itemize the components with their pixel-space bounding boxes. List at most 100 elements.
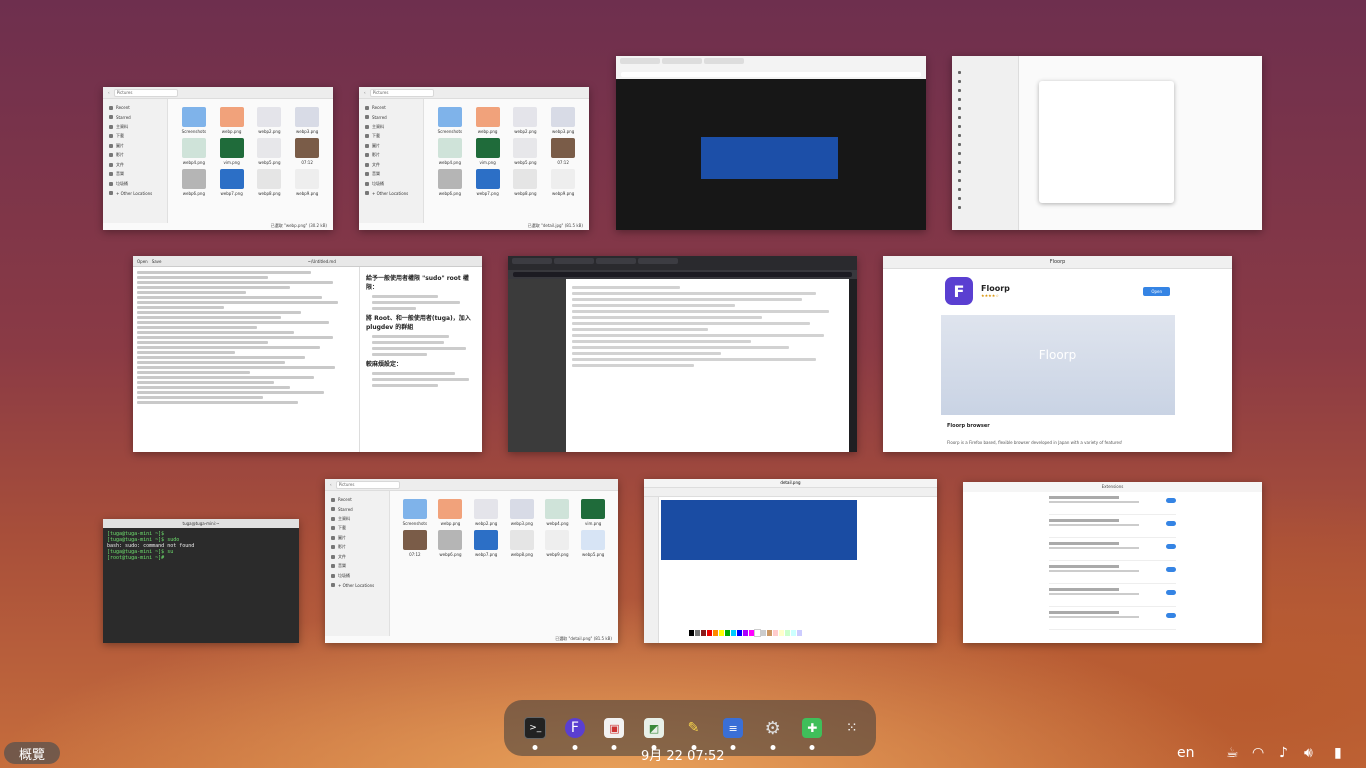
floorp-icon: F [945, 277, 973, 305]
extension-row [1049, 542, 1176, 561]
file-item: 07:12 [547, 138, 579, 165]
terminal-image [701, 137, 838, 179]
toggle-switch[interactable] [1166, 521, 1176, 526]
sidebar-item: Recent [359, 103, 423, 113]
rating-stars: ★★★★☆ [981, 293, 999, 298]
preview-pane: 給予一般使用者權限 "sudo" root 權限： 將 Root、和一般使用者(… [360, 267, 482, 452]
back-icon: ‹ [108, 90, 110, 95]
file-item: webp5.png [254, 138, 286, 165]
puzzle-icon: ✚ [802, 718, 823, 738]
overview-button[interactable]: 概覽 [4, 742, 60, 764]
notification-icon[interactable]: ♪ [1279, 745, 1288, 761]
file-item: webp6.png [434, 169, 466, 196]
canvas-image [661, 500, 857, 560]
file-item: webp8.png [510, 169, 542, 196]
window-text-editor[interactable]: Open Save ~/Untitled.md 給予一般使用者權限 "sudo"… [133, 256, 482, 452]
sidebar-item: 下載 [103, 132, 167, 142]
window-settings[interactable] [952, 56, 1262, 230]
window-title: Extensions [963, 482, 1262, 492]
file-item: webp7.png [471, 530, 501, 557]
sidebar-item: + Other Locations [103, 189, 167, 199]
file-item: webp4.png [543, 499, 573, 526]
dock-app-extensions[interactable]: ✚ [797, 710, 828, 750]
app-grid-icon: ⁙ [845, 720, 858, 736]
toggle-switch[interactable] [1166, 544, 1176, 549]
file-item: webp8.png [254, 169, 286, 196]
show-apps-button[interactable]: ⁙ [837, 710, 868, 746]
volume-icon[interactable]: 🔊︎ [1304, 745, 1313, 761]
file-item: vim.png [216, 138, 248, 165]
dock-app-terminal[interactable]: >_ [520, 710, 551, 750]
sidebar-item: + Other Locations [359, 189, 423, 199]
wifi-icon[interactable]: ◠ [1252, 745, 1264, 761]
file-grid: Screenshots webp.png webp2.png webp3.png… [168, 99, 333, 223]
file-item: webp4.png [178, 138, 210, 165]
toggle-switch[interactable] [1166, 590, 1176, 595]
settings-dialog [1039, 81, 1174, 203]
window-file-manager-1[interactable]: ‹ Pictures Recent Starred 主資料 下載 圖片 影片 文… [103, 87, 333, 230]
file-item: webp.png [216, 107, 248, 134]
open-button[interactable]: Open [137, 259, 148, 264]
file-item: webp2.png [471, 499, 501, 526]
file-item: webp7.png [216, 169, 248, 196]
coffee-icon[interactable]: ☕ [1226, 745, 1239, 761]
window-file-manager-3[interactable]: ‹ Pictures Recent Starred 主資料 下載 圖片 影片 文… [325, 479, 618, 643]
file-item: vim.png [578, 499, 608, 526]
color-palette[interactable] [689, 629, 802, 637]
sidebar-item: Starred [103, 113, 167, 123]
window-title: tuga@tuga-mini:~ [103, 519, 299, 528]
open-button[interactable]: Open [1143, 286, 1170, 296]
dock-app-paint[interactable]: ✎ [678, 710, 709, 750]
sidebar-item: Starred [325, 505, 389, 515]
toggle-switch[interactable] [1166, 613, 1176, 618]
file-item: webp6.png [436, 530, 466, 557]
dock-app-store[interactable]: ▣ [599, 710, 630, 750]
language-indicator[interactable]: en [1177, 745, 1195, 761]
battery-icon[interactable]: ▮ [1334, 745, 1342, 761]
sidebar-item: Recent [325, 495, 389, 505]
extension-row [1049, 496, 1176, 515]
file-grid: Screenshots webp.png webp2.png webp3.png… [424, 99, 589, 223]
file-item: webp9.png [547, 169, 579, 196]
extension-row [1049, 588, 1176, 607]
dock-app-floorp[interactable]: F [560, 710, 591, 750]
app-name: Floorp [981, 284, 1010, 293]
dock-app-image-viewer[interactable]: ◩ [639, 710, 670, 750]
sidebar-item: 影片 [325, 543, 389, 553]
browser-sidebar-rail [849, 279, 857, 452]
heading: 給予一般使用者權限 "sudo" root 權限： [366, 275, 469, 291]
save-button[interactable]: Save [152, 259, 162, 264]
sidebar-item: 下載 [359, 132, 423, 142]
back-icon: ‹ [330, 482, 332, 487]
sidebar-item: 文件 [359, 160, 423, 170]
file-item: webp3.png [507, 499, 537, 526]
sidebar-item: 圖片 [325, 533, 389, 543]
sidebar-item: 文件 [103, 160, 167, 170]
paint-canvas[interactable] [659, 497, 937, 643]
window-title: detail.png [644, 479, 937, 488]
window-dark-browser[interactable] [616, 56, 926, 230]
window-browser-wiki[interactable] [508, 256, 857, 452]
paint-toolbar [644, 488, 937, 497]
dock-app-settings[interactable]: ⚙ [757, 710, 788, 750]
sidebar-item: 影片 [359, 151, 423, 161]
sidebar-item: 圖片 [103, 141, 167, 151]
window-title: Floorp [883, 256, 1232, 269]
window-extensions[interactable]: Extensions [963, 482, 1262, 643]
status-bar: 已選取 "webp.png" (30.2 kB) [270, 223, 327, 228]
screenshot-title: Floorp [1038, 348, 1077, 362]
window-software-store-floorp[interactable]: Floorp F Floorp ★★★★☆ Open Floorp Floorp… [883, 256, 1232, 452]
toggle-switch[interactable] [1166, 498, 1176, 503]
window-file-manager-2[interactable]: ‹ Pictures Recent Starred 主資料 下載 圖片 影片 文… [359, 87, 589, 230]
sidebar-item: + Other Locations [325, 581, 389, 591]
window-paint[interactable]: detail.png [644, 479, 937, 643]
heading: 較麻煩設定： [366, 361, 403, 368]
toggle-switch[interactable] [1166, 567, 1176, 572]
clock[interactable]: 9月 22 07:52 [641, 745, 725, 764]
sidebar-item: Recent [103, 103, 167, 113]
back-icon: ‹ [364, 90, 366, 95]
window-terminal[interactable]: tuga@tuga-mini:~ [tuga@tuga-mini ~]$ [tu… [103, 519, 299, 643]
dock-app-text-editor[interactable]: ≡ [718, 710, 749, 750]
tool-box [644, 497, 659, 643]
app-screenshot: Floorp [940, 315, 1175, 415]
